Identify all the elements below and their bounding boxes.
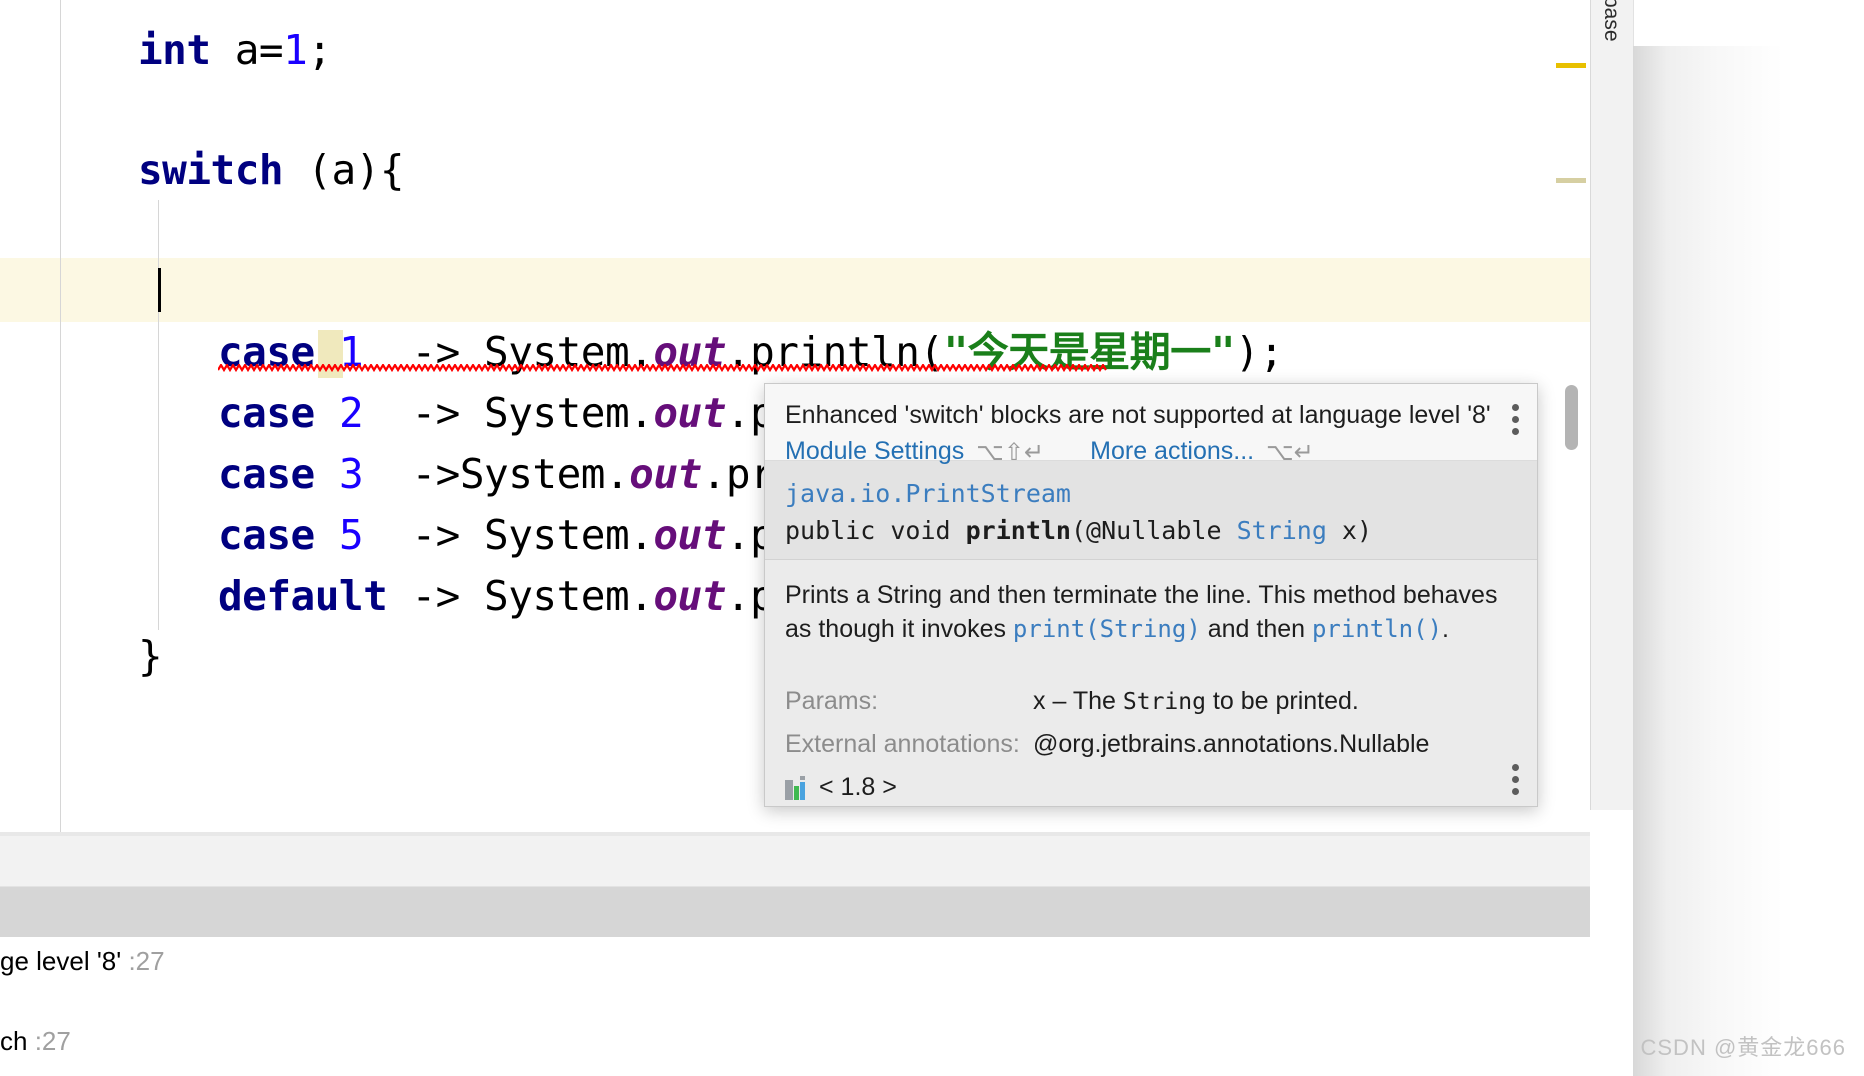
problem-text-1: ge level '8' xyxy=(0,946,129,976)
documentation-signature-block: java.io.PrintStream public void println(… xyxy=(765,461,1537,560)
kebab-dot xyxy=(1512,404,1519,411)
code-token: a= xyxy=(210,26,284,74)
code-token: case xyxy=(218,389,315,437)
kebab-dot xyxy=(1512,788,1519,795)
module-icon-bar xyxy=(800,781,805,800)
print-string-link[interactable]: print(String) xyxy=(1013,615,1201,643)
code-token: 3 xyxy=(338,450,364,498)
problems-panel-selected-row[interactable] xyxy=(0,887,1590,937)
params-value-suffix: to be printed. xyxy=(1205,687,1359,715)
code-line-switch[interactable]: switch (a){ xyxy=(138,146,405,194)
signature-param-type: String xyxy=(1236,516,1327,545)
documentation-popup[interactable]: Enhanced 'switch' blocks are not support… xyxy=(764,383,1538,807)
module-icon-bar xyxy=(785,779,793,800)
code-token: ; xyxy=(307,26,332,74)
code-token: case xyxy=(218,511,315,559)
signature-close-paren: ) xyxy=(1356,516,1373,545)
problem-location-2: :27 xyxy=(34,1026,71,1056)
method-signature: public void println(@Nullable String x) xyxy=(785,516,1517,545)
editor-marker-info[interactable] xyxy=(1556,178,1586,183)
meta-row-params: Params: x – The String to be printed. xyxy=(785,680,1517,723)
module-icon xyxy=(785,775,809,800)
problems-panel-toolbar[interactable] xyxy=(0,836,1590,887)
code-token: 5 xyxy=(338,511,364,559)
println-link[interactable]: println() xyxy=(1312,615,1442,643)
documentation-popup-header: Enhanced 'switch' blocks are not support… xyxy=(765,384,1537,466)
code-token: -> System. xyxy=(363,389,654,437)
inspection-error-message: Enhanced 'switch' blocks are not support… xyxy=(785,401,1491,429)
signature-annotation: @Nullable xyxy=(1086,516,1237,545)
problem-row-2[interactable]: ch :27 xyxy=(0,1026,71,1057)
problem-text-2: ch xyxy=(0,1026,35,1056)
code-token: } xyxy=(138,632,163,680)
code-line-close-brace[interactable]: } xyxy=(138,632,163,680)
params-label: Params: xyxy=(785,687,879,715)
code-token: 2 xyxy=(338,389,364,437)
code-token: int xyxy=(138,26,211,74)
declaring-class-link[interactable]: java.io.PrintStream xyxy=(785,479,1517,508)
code-token: out xyxy=(653,389,726,437)
indent-guide xyxy=(158,200,159,630)
module-icon-bar xyxy=(800,775,805,780)
module-icon-bar xyxy=(794,785,799,800)
code-token: default xyxy=(218,572,388,620)
external-annotations-value: @org.jetbrains.annotations.Nullable xyxy=(1033,730,1430,758)
code-token: ); xyxy=(1234,328,1284,376)
more-actions-link[interactable]: More actions... xyxy=(1090,437,1254,466)
tool-window-tab-label: base xyxy=(1600,0,1623,42)
code-token: out xyxy=(653,572,726,620)
signature-modifiers: public void xyxy=(785,516,966,545)
params-value: x – The String to be printed. xyxy=(1033,680,1359,723)
more-actions-shortcut: ⌥↵ xyxy=(1266,437,1314,466)
code-token: switch xyxy=(138,146,284,194)
editor-scrollbar-thumb[interactable] xyxy=(1565,385,1578,450)
external-annotations-label: External annotations: xyxy=(785,730,1020,758)
documentation-more-options-icon[interactable] xyxy=(1512,764,1519,795)
description-part-3: . xyxy=(1442,615,1449,643)
module-settings-link[interactable]: Module Settings xyxy=(785,437,964,466)
code-token: out xyxy=(653,511,726,559)
tool-window-tab-base[interactable]: base xyxy=(1590,0,1634,810)
documentation-footer: < 1.8 > xyxy=(765,765,1537,802)
code-token: -> System. xyxy=(387,572,654,620)
description-part-2: and then xyxy=(1200,615,1312,643)
kebab-dot xyxy=(1512,764,1519,771)
kebab-dot xyxy=(1512,428,1519,435)
code-token: 1 xyxy=(283,26,308,74)
params-value-type: String xyxy=(1122,689,1206,715)
more-options-icon[interactable] xyxy=(1512,404,1519,435)
ide-screenshot: int a=1; switch (a){ case 1 -> System.ou… xyxy=(0,0,1864,1076)
module-language-level: < 1.8 > xyxy=(819,773,897,801)
right-panel-shade xyxy=(1633,46,1864,1076)
inspection-actions: Module Settings ⌥⇧↵ More actions... ⌥↵ xyxy=(785,437,1360,466)
signature-param-name: x xyxy=(1326,516,1357,545)
problem-row-1[interactable]: ge level '8' :27 xyxy=(0,946,165,977)
signature-open-paren: ( xyxy=(1070,516,1087,545)
problem-location-1: :27 xyxy=(128,946,165,976)
watermark: CSDN @黄金龙666 xyxy=(1640,1035,1846,1060)
editor-marker-warning[interactable] xyxy=(1556,63,1586,68)
kebab-dot xyxy=(1512,416,1519,423)
code-line-declaration[interactable]: int a=1; xyxy=(138,28,332,72)
problems-panel-body xyxy=(0,937,1633,1076)
caret-line-highlight xyxy=(0,258,1590,322)
code-token: case xyxy=(218,450,315,498)
documentation-metadata: Params: x – The String to be printed. Ex… xyxy=(765,656,1537,765)
kebab-dot xyxy=(1512,776,1519,783)
gutter-separator xyxy=(60,0,61,832)
error-squiggle xyxy=(218,364,1107,372)
code-token: ->System. xyxy=(363,450,630,498)
code-token: out xyxy=(629,450,702,498)
documentation-description: Prints a String and then terminate the l… xyxy=(765,560,1537,656)
code-token: -> System. xyxy=(363,511,654,559)
params-value-prefix: x – The xyxy=(1033,687,1123,715)
signature-method-name: println xyxy=(965,516,1071,545)
code-token: (a){ xyxy=(283,146,405,194)
module-settings-shortcut: ⌥⇧↵ xyxy=(976,437,1045,466)
text-caret xyxy=(158,268,161,312)
meta-row-external-annotations: External annotations: @org.jetbrains.ann… xyxy=(785,723,1517,765)
